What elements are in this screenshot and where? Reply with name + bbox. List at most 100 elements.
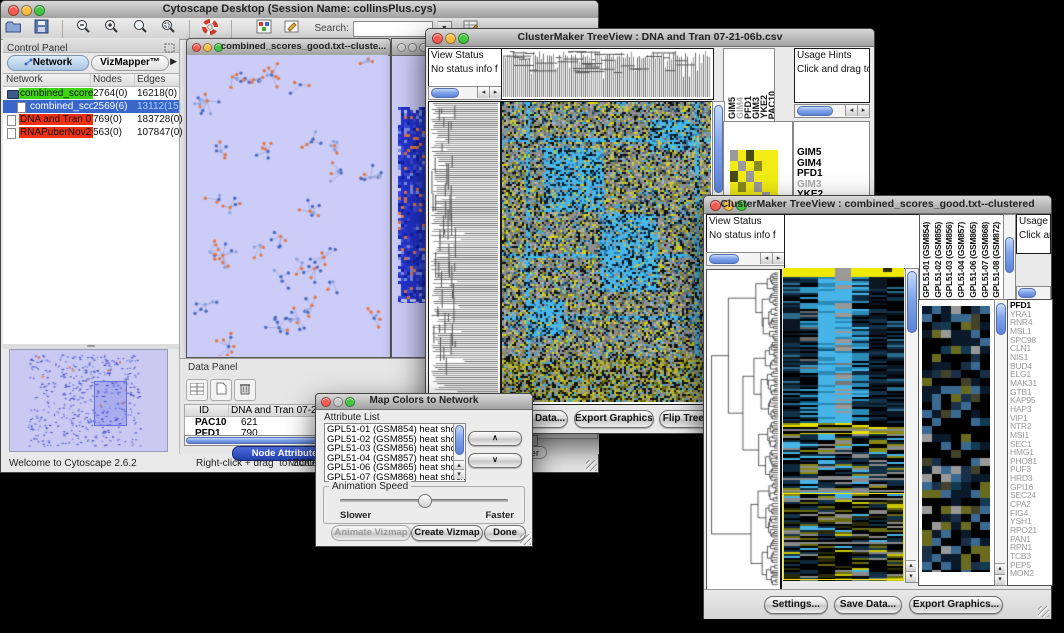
tv1-column-dendrogram[interactable] bbox=[501, 48, 714, 100]
matrix-cell[interactable] bbox=[738, 182, 746, 193]
column-label[interactable]: GPL51-06 (GSM865) bbox=[968, 222, 978, 298]
column-label[interactable]: PAC10 bbox=[767, 91, 775, 119]
matrix-cell[interactable] bbox=[738, 150, 746, 161]
scroll-left-arrow[interactable]: ◂ bbox=[845, 105, 857, 116]
dialog-titlebar[interactable]: Map Colors to Network bbox=[316, 394, 532, 410]
matrix-cell[interactable] bbox=[762, 150, 770, 161]
matrix-cell[interactable] bbox=[746, 161, 754, 172]
tv1-row-dendrogram[interactable] bbox=[428, 101, 501, 405]
resize-grip[interactable] bbox=[520, 534, 531, 545]
resize-grip[interactable] bbox=[1038, 606, 1049, 617]
heatmap-selection-box[interactable] bbox=[783, 493, 904, 580]
matrix-cell[interactable] bbox=[730, 182, 738, 193]
matrix-cell[interactable] bbox=[770, 182, 778, 193]
matrix-cell[interactable] bbox=[754, 161, 762, 172]
matrix-cell[interactable] bbox=[738, 161, 746, 172]
tv2-column-dendrogram[interactable] bbox=[784, 214, 920, 269]
column-label[interactable]: GPL51-04 (GSM857) bbox=[956, 222, 966, 298]
treeview2-titlebar[interactable]: ClusterMaker TreeView : combined_scores_… bbox=[704, 196, 1051, 214]
open-file-button[interactable] bbox=[2, 19, 24, 39]
tv2-zoom-vscrollbar[interactable]: ▴ ▾ bbox=[994, 299, 1008, 586]
matrix-cell[interactable] bbox=[730, 171, 738, 182]
matrix-cell[interactable] bbox=[738, 171, 746, 182]
tab-overflow-arrow[interactable]: ▶ bbox=[170, 56, 177, 67]
scroll-down-arrow[interactable]: ▾ bbox=[995, 574, 1005, 585]
network-row[interactable]: combined_scores_2764(0)16218(0) bbox=[3, 87, 179, 100]
tv2-status-scrollbar[interactable]: ◂ ▸ bbox=[706, 252, 785, 266]
column-label[interactable]: GPL51-01 (GSM854) bbox=[921, 222, 931, 298]
save-button[interactable] bbox=[30, 19, 52, 39]
col-network[interactable]: Network bbox=[6, 74, 43, 85]
network-graph-canvas[interactable] bbox=[187, 55, 388, 356]
matrix-cell[interactable] bbox=[762, 171, 770, 182]
matrix-cell[interactable] bbox=[762, 182, 770, 193]
column-label[interactable]: GPL51-07 (GSM868) bbox=[980, 222, 990, 298]
tab-vizmapper[interactable]: VizMapper™ bbox=[91, 55, 169, 71]
network-row[interactable]: RNAPuberNov2+563(0)107847(0) bbox=[3, 126, 179, 139]
matrix-cell[interactable] bbox=[770, 171, 778, 182]
main-titlebar[interactable]: Cytoscape Desktop (Session Name: collins… bbox=[1, 1, 598, 19]
attribute-list[interactable]: GPL51-01 (GSM854) heat shock 05 minGPL51… bbox=[324, 423, 466, 482]
tv2-gene-list[interactable]: PFD1YRA1RNR4MSL1SPC98CLN1NIS1BUD4ELG1MAK… bbox=[1007, 299, 1053, 586]
matrix-cell[interactable] bbox=[762, 161, 770, 172]
move-up-button[interactable]: ∧ bbox=[468, 431, 522, 446]
matrix-cell[interactable] bbox=[754, 182, 762, 193]
overview-viewport[interactable] bbox=[94, 381, 127, 426]
new-attribute-icon[interactable] bbox=[210, 379, 232, 401]
scroll-right-arrow[interactable]: ▸ bbox=[772, 253, 784, 264]
id-column-header[interactable]: ID bbox=[199, 405, 209, 416]
matrix-cell[interactable] bbox=[730, 161, 738, 172]
treeview1-titlebar[interactable]: ClusterMaker TreeView : DNA and Tran 07-… bbox=[426, 29, 874, 47]
tv2-usage-scrollbar[interactable] bbox=[1016, 286, 1051, 300]
matrix-cell[interactable] bbox=[746, 150, 754, 161]
tv1-heatmap[interactable] bbox=[501, 101, 714, 405]
scroll-down-arrow[interactable]: ▾ bbox=[906, 571, 916, 582]
tv1-usage-scrollbar[interactable]: ◂ ▸ bbox=[794, 104, 870, 118]
scroll-down-arrow[interactable]: ▾ bbox=[454, 469, 464, 479]
dialog-button-animate-vizmap[interactable]: Animate Vizmap bbox=[331, 525, 411, 541]
col-edges[interactable]: Edges bbox=[137, 74, 165, 85]
matrix-cell[interactable] bbox=[754, 171, 762, 182]
matrix-cell[interactable] bbox=[754, 150, 762, 161]
tv1-button-export-graphics---[interactable]: Export Graphics... bbox=[574, 410, 654, 428]
matrix-cell[interactable] bbox=[770, 161, 778, 172]
tv2-button-save-data---[interactable]: Save Data... bbox=[834, 596, 902, 614]
zoom-in-icon[interactable] bbox=[101, 19, 123, 39]
attribute-list-vscrollbar[interactable]: ▴ ▾ bbox=[453, 424, 465, 479]
resize-grip[interactable] bbox=[586, 460, 597, 471]
close-button[interactable] bbox=[397, 43, 406, 52]
tv2-row-dendrogram[interactable] bbox=[706, 269, 782, 591]
tv2-zoom-view[interactable] bbox=[918, 299, 996, 586]
table-view-icon[interactable] bbox=[186, 379, 208, 401]
column-label[interactable]: GPL51-08 (GSM872) bbox=[991, 222, 1001, 298]
move-down-button[interactable]: ∨ bbox=[468, 453, 522, 468]
minimize-button[interactable] bbox=[408, 43, 417, 52]
annotation-icon[interactable] bbox=[281, 19, 303, 39]
network-row[interactable]: combined_sco2569(6)13112(15) bbox=[3, 100, 179, 113]
matrix-cell[interactable] bbox=[746, 182, 754, 193]
network-overview[interactable] bbox=[9, 349, 168, 452]
matrix-cell[interactable] bbox=[770, 150, 778, 161]
tab-network[interactable]: Network bbox=[7, 55, 89, 71]
dialog-button-create-vizmap[interactable]: Create Vizmap bbox=[411, 525, 483, 541]
tv2-heatmap[interactable] bbox=[783, 268, 904, 581]
col-nodes[interactable]: Nodes bbox=[93, 74, 122, 85]
scroll-right-arrow[interactable]: ▸ bbox=[857, 105, 869, 116]
scroll-left-arrow[interactable]: ◂ bbox=[760, 253, 772, 264]
tv2-heatmap-vscrollbar[interactable]: ▴ ▾ bbox=[905, 268, 919, 583]
zoom-out-icon[interactable] bbox=[72, 19, 94, 39]
customize-vizmap-icon[interactable] bbox=[253, 19, 275, 39]
tv2-button-settings---[interactable]: Settings... bbox=[764, 596, 828, 614]
matrix-cell[interactable] bbox=[746, 171, 754, 182]
scroll-up-arrow[interactable]: ▴ bbox=[995, 563, 1005, 574]
gene-label[interactable]: MON2 bbox=[1010, 569, 1037, 578]
animation-speed-slider[interactable] bbox=[340, 499, 508, 502]
slider-thumb[interactable] bbox=[418, 494, 432, 508]
help-lifebuoy-icon[interactable] bbox=[200, 19, 222, 39]
scroll-left-arrow[interactable]: ◂ bbox=[477, 87, 489, 98]
row-label[interactable]: GIM5 bbox=[797, 148, 829, 159]
matrix-cell[interactable] bbox=[730, 150, 738, 161]
scroll-up-arrow[interactable]: ▴ bbox=[906, 560, 916, 571]
search-input[interactable] bbox=[353, 21, 433, 37]
network-view-titlebar[interactable]: combined_scores_good.txt--cluste... bbox=[187, 39, 390, 56]
